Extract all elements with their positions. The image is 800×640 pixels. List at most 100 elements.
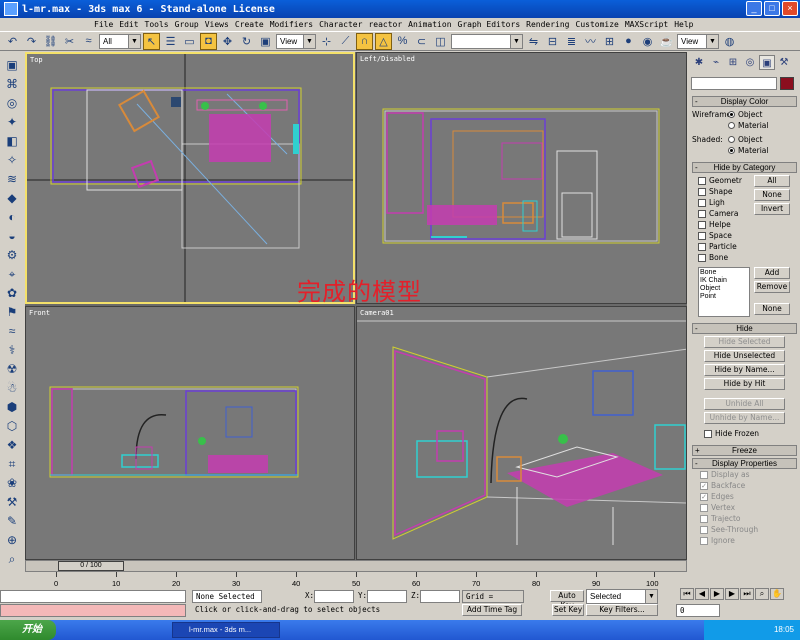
patch-icon[interactable]: ⬡ (3, 417, 21, 435)
quick-render-icon[interactable]: ☕ (658, 33, 675, 50)
category-remove-button[interactable]: Remove (754, 281, 790, 293)
selection-filter-dropdown[interactable]: All ▼ (99, 33, 141, 49)
go-to-start-icon[interactable]: ⏮ (680, 588, 694, 600)
hide-helpers-checkbox[interactable] (698, 220, 706, 229)
hide-geometry-checkbox[interactable] (698, 176, 706, 185)
unhide-all-button[interactable]: Unhide All (704, 398, 785, 410)
misc-icon[interactable]: ⊕ (3, 531, 21, 549)
rendering-icon[interactable]: ⚑ (3, 303, 21, 321)
character-icon[interactable]: ☃ (3, 379, 21, 397)
menu-reactor[interactable]: reactor (368, 20, 402, 29)
close-button[interactable]: × (782, 1, 798, 16)
mesh-icon[interactable]: ⬢ (3, 398, 21, 416)
hide-shapes-checkbox[interactable] (698, 187, 706, 196)
modeling-icon[interactable]: ◐ (3, 208, 21, 226)
menu-customize[interactable]: Customize (576, 20, 619, 29)
maxscript-mini-listener[interactable] (0, 604, 186, 617)
z-coordinate-field[interactable] (420, 590, 460, 603)
search-icon[interactable]: ⌕ (3, 550, 21, 568)
undo-icon[interactable]: ↶ (4, 33, 21, 50)
track-bar[interactable]: 0 10 20 30 40 50 60 70 80 90 100 (54, 572, 678, 588)
play-icon[interactable]: ▶ (710, 588, 724, 600)
lights-icon[interactable]: ✦ (3, 113, 21, 131)
category-invert-button[interactable]: Invert (754, 203, 790, 215)
align-icon[interactable]: ⊟ (544, 33, 561, 50)
freeze-header[interactable]: + Freeze (692, 445, 797, 456)
next-frame-icon[interactable]: ▶ (725, 588, 739, 600)
vertex-ticks-checkbox[interactable] (700, 503, 708, 512)
add-time-tag-button[interactable]: Add Time Tag (462, 604, 522, 616)
category-list-none-button[interactable]: None (754, 303, 790, 315)
snap-toggle-icon[interactable]: ∩ (356, 32, 373, 50)
category-add-button[interactable]: Add (754, 267, 790, 279)
angle-snap-icon[interactable]: △ (375, 32, 392, 50)
category-listbox[interactable]: Bone IK Chain Object Point (698, 267, 750, 317)
rect-selection-icon[interactable]: ▭ (181, 33, 198, 50)
display-color-header[interactable]: - Display Color (692, 96, 797, 107)
materials-icon[interactable]: ◒ (3, 227, 21, 245)
y-coordinate-field[interactable] (367, 590, 407, 603)
zoom-icon[interactable]: ⌕ (755, 588, 769, 600)
scale-icon[interactable]: ▣ (257, 33, 274, 50)
reactor-cloth-icon[interactable]: ❀ (3, 474, 21, 492)
unlink-icon[interactable]: ✂ (61, 33, 78, 50)
hide-by-hit-button[interactable]: Hide by Hit (704, 378, 785, 390)
viewport-top[interactable]: Top (25, 52, 355, 304)
utilities-icon[interactable]: ⚒ (3, 493, 21, 511)
hide-by-name-button[interactable]: Hide by Name... (704, 364, 785, 376)
motion-tab-icon[interactable]: ◎ (742, 55, 758, 70)
set-key-button[interactable]: Set Key (552, 604, 584, 616)
ref-coord-dropdown[interactable]: View ▼ (276, 33, 316, 49)
unhide-by-name-button[interactable]: Unhide by Name... (704, 412, 785, 424)
display-properties-header[interactable]: - Display Properties (692, 458, 797, 469)
edit-named-selection-icon[interactable]: ◫ (432, 33, 449, 50)
hide-particles-checkbox[interactable] (698, 242, 706, 251)
hide-selected-button[interactable]: Hide Selected (704, 336, 785, 348)
menu-rendering[interactable]: Rendering (526, 20, 569, 29)
list-item[interactable]: Point (700, 293, 748, 301)
cameras-icon[interactable]: ◧ (3, 132, 21, 150)
menu-help[interactable]: Help (674, 20, 693, 29)
menu-edit[interactable]: Edit (119, 20, 138, 29)
category-all-button[interactable]: All (754, 175, 790, 187)
script-icon[interactable]: ✎ (3, 512, 21, 530)
category-none-button[interactable]: None (754, 189, 790, 201)
hide-bones-checkbox[interactable] (698, 253, 706, 262)
redo-icon[interactable]: ↷ (23, 33, 40, 50)
schematic-view-icon[interactable]: ⊞ (601, 33, 618, 50)
select-object-icon[interactable]: ↖ (143, 32, 160, 50)
move-icon[interactable]: ✥ (219, 33, 236, 50)
hide-cameras-checkbox[interactable] (698, 209, 706, 218)
utilities-tab-icon[interactable]: ⚒ (776, 55, 792, 70)
menu-animation[interactable]: Animation (408, 20, 451, 29)
select-manipulate-icon[interactable]: ⟋ (337, 33, 354, 50)
window-crossing-icon[interactable]: ◘ (200, 32, 217, 50)
lattice-icon[interactable]: ⌗ (3, 455, 21, 473)
controllers-icon[interactable]: ⚙ (3, 246, 21, 264)
spinner-snap-icon[interactable]: ⊂ (413, 33, 430, 50)
see-through-checkbox[interactable] (700, 525, 708, 534)
helpers-icon[interactable]: ✧ (3, 151, 21, 169)
object-color-swatch[interactable] (780, 77, 794, 90)
menu-graph-editors[interactable]: Graph Editors (458, 20, 521, 29)
list-item[interactable]: Bone (700, 269, 748, 277)
select-by-name-icon[interactable]: ☰ (162, 33, 179, 50)
modify-tab-icon[interactable]: ⌁ (708, 55, 724, 70)
named-selection-dropdown[interactable]: ▼ (451, 33, 523, 49)
reactor-icon[interactable]: ☢ (3, 360, 21, 378)
ignore-extents-checkbox[interactable] (700, 536, 708, 545)
time-slider[interactable]: 0 / 100 (25, 560, 687, 572)
maxscript-listener[interactable] (0, 590, 186, 603)
menu-tools[interactable]: Tools (145, 20, 169, 29)
previous-frame-icon[interactable]: ◀ (695, 588, 709, 600)
key-filters-button[interactable]: Key Filters... (586, 604, 658, 616)
time-slider-thumb[interactable]: 0 / 100 (58, 561, 124, 571)
link-icon[interactable]: ⛓ (42, 33, 59, 50)
render-last-icon[interactable]: ◍ (721, 33, 738, 50)
go-to-end-icon[interactable]: ⏭ (740, 588, 754, 600)
menu-group[interactable]: Group (175, 20, 199, 29)
space-warps-icon[interactable]: ≋ (3, 170, 21, 188)
backface-cull-checkbox[interactable]: ✓ (700, 481, 708, 490)
layer-manager-icon[interactable]: ≣ (563, 33, 580, 50)
viewport-camera[interactable]: Camera01 (356, 306, 687, 560)
